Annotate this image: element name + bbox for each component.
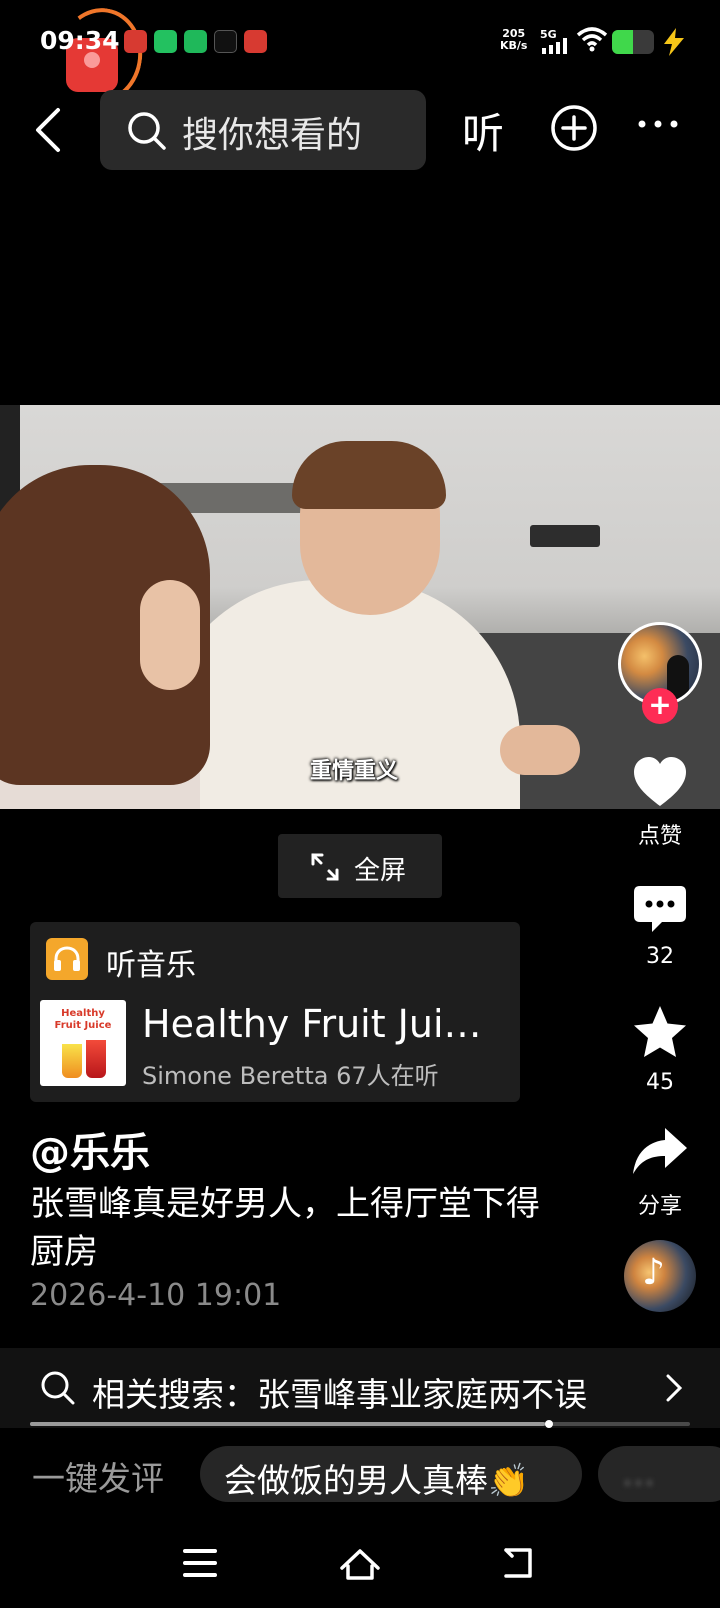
song-title: Healthy Fruit Jui… <box>142 1002 482 1046</box>
video-frame-person <box>500 725 580 775</box>
heart-icon <box>634 757 686 806</box>
wechat-icon <box>154 30 177 53</box>
video-progress-knob[interactable] <box>544 1420 553 1428</box>
quick-comment-chip-text: 会做饭的男人真棒👏 <box>224 1461 530 1500</box>
wifi-icon <box>576 27 608 52</box>
share-icon <box>633 1128 687 1174</box>
network-speed: 205 KB/s <box>500 28 527 52</box>
favorite-count: 45 <box>646 1070 674 1095</box>
quick-comment-chip[interactable]: … <box>598 1446 720 1502</box>
home-icon[interactable] <box>338 1546 382 1582</box>
song-meta: Simone Beretta 67人在听 <box>142 1062 439 1090</box>
related-search-bar[interactable]: 相关搜索：张雪峰事业家庭两不误 <box>0 1348 720 1428</box>
comment-icon <box>634 886 686 932</box>
share-button[interactable]: 分享 <box>616 1126 704 1220</box>
wechat-moments-icon <box>184 30 207 53</box>
search-icon <box>128 112 166 150</box>
quick-comment-label: 一键发评 <box>32 1459 164 1498</box>
battery-icon <box>612 30 654 54</box>
network-speed-unit: KB/s <box>500 39 528 52</box>
quick-comment-chip[interactable]: 会做饭的男人真棒👏 <box>200 1446 582 1502</box>
menu-icon[interactable] <box>182 1546 218 1580</box>
like-label: 点赞 <box>637 824 682 849</box>
music-card[interactable]: 听音乐 Healthy Fruit Juice Healthy Fruit Ju… <box>30 922 520 1102</box>
album-cover: Healthy Fruit Juice <box>40 1000 126 1086</box>
favorite-button[interactable]: 45 <box>616 1004 704 1095</box>
chevron-right-icon <box>666 1374 683 1402</box>
star-icon <box>634 1006 686 1057</box>
related-search-text: 相关搜索：张雪峰事业家庭两不误 <box>92 1375 587 1414</box>
video-frame-person <box>292 441 446 509</box>
comment-count: 32 <box>646 944 674 969</box>
more-icon[interactable] <box>636 118 680 130</box>
search-box[interactable]: 搜你想看的 <box>100 90 426 170</box>
search-icon <box>41 1371 75 1405</box>
expand-icon <box>311 853 339 881</box>
album-cover-line: Fruit Juice <box>54 1020 112 1031</box>
video-frame-person <box>140 580 200 690</box>
notification-icons <box>124 30 267 53</box>
share-label: 分享 <box>637 1194 682 1219</box>
follow-button[interactable]: + <box>642 688 678 724</box>
video-frame-detail <box>530 525 600 547</box>
like-button[interactable]: 点赞 <box>616 756 704 850</box>
search-placeholder: 搜你想看的 <box>182 115 363 156</box>
post-description: 张雪峰真是好男人，上得厅堂下得厨房 <box>30 1184 540 1272</box>
album-cover-line: Healthy <box>61 1008 105 1019</box>
headphones-icon <box>46 938 88 980</box>
post-date: 2026-4-10 19:01 <box>30 1278 282 1313</box>
author-name[interactable]: @乐乐 <box>30 1120 150 1178</box>
album-cover-text: Healthy Fruit Juice <box>40 1008 126 1032</box>
toutiao-icon <box>124 30 147 53</box>
charging-bolt-icon <box>664 28 684 56</box>
juice-cup-icon <box>62 1044 82 1078</box>
music-card-header: 听音乐 <box>106 948 196 983</box>
add-button[interactable] <box>550 104 598 152</box>
fullscreen-label: 全屏 <box>354 856 407 886</box>
video-subtitle: 重情重义 <box>310 759 399 784</box>
back-nav-icon[interactable] <box>500 1546 540 1580</box>
juice-cup-icon <box>86 1040 106 1078</box>
video-progress-bar[interactable] <box>30 1420 690 1428</box>
fullscreen-button[interactable]: 全屏 <box>278 834 442 898</box>
status-bar: 09:34 205 KB/s 5G <box>0 0 720 111</box>
toutiao-icon <box>244 30 267 53</box>
status-time: 09:34 <box>40 26 120 55</box>
quick-comment-chip-text: … <box>622 1454 655 1493</box>
video-player[interactable]: 重情重义 <box>0 405 720 809</box>
video-progress-played <box>30 1422 545 1426</box>
back-button[interactable] <box>28 102 72 158</box>
douyin-icon <box>214 30 237 53</box>
listen-button[interactable]: 听 <box>462 100 504 161</box>
signal-icon <box>542 38 568 54</box>
comment-button[interactable]: 32 <box>616 884 704 969</box>
music-note-icon: ♪ <box>642 1252 665 1293</box>
